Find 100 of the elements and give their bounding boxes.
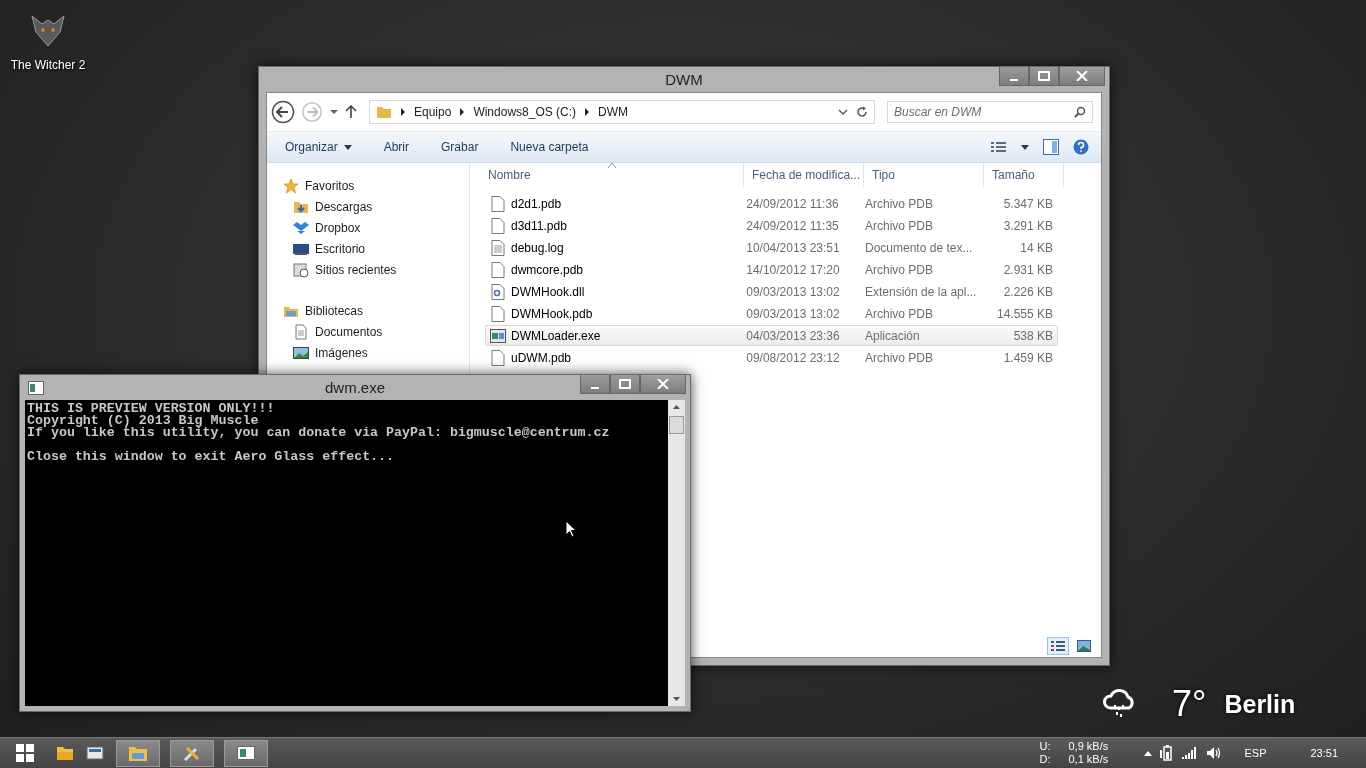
maximize-icon (619, 379, 631, 389)
console-icon (236, 744, 256, 762)
column-header[interactable]: Tipo (864, 163, 984, 187)
sidebar-item[interactable]: Dropbox (267, 217, 469, 238)
minimize-button[interactable] (999, 67, 1029, 86)
column-header[interactable]: Tamaño (984, 163, 1064, 187)
breadcrumb-item[interactable]: Equipo (414, 105, 452, 119)
download-speed: 0,1 kB/s (1068, 753, 1110, 766)
sidebar-item[interactable]: Bibliotecas (267, 300, 469, 321)
show-hidden-icons-icon[interactable] (1144, 750, 1153, 756)
dropdown-arrow-icon[interactable] (329, 109, 339, 115)
details-view-button[interactable] (1047, 637, 1069, 655)
console-text: THIS IS PREVIEW VERSION ONLY!!! (27, 403, 276, 415)
file-row[interactable]: debug.log 10/04/2013 23:51 Documento de tex... 14 KB (485, 237, 1058, 258)
close-button[interactable] (640, 375, 686, 394)
explorer-task-button[interactable] (116, 739, 160, 767)
breadcrumb-item[interactable]: DWM (598, 105, 629, 119)
close-icon (1076, 71, 1088, 81)
scrollbar[interactable] (668, 400, 685, 706)
signal-icon[interactable] (1182, 747, 1199, 759)
input-language[interactable]: ESP (1244, 747, 1267, 759)
file-type: Archivo PDB (864, 196, 935, 211)
file-date: 09/03/2013 13:02 (745, 284, 841, 299)
rain-cloud-icon (1102, 688, 1136, 720)
close-button[interactable] (1059, 67, 1105, 86)
desktop-icon-label[interactable]: The Witcher 2 (10, 58, 86, 72)
column-header[interactable]: Nombre (470, 163, 744, 187)
refresh-icon[interactable] (856, 106, 868, 118)
file-size: 2.226 KB (1002, 284, 1054, 299)
preview-pane-icon[interactable] (1043, 139, 1059, 155)
search-field[interactable]: Buscar en DWM (887, 101, 1093, 123)
file-row[interactable]: uDWM.pdb 09/08/2012 23:12 Archivo PDB 1.459 KB (485, 347, 1058, 368)
dropdown-arrow-icon[interactable] (1021, 144, 1029, 150)
box-icon (293, 219, 309, 236)
window-title: DWM (665, 71, 703, 88)
image-icon (293, 344, 309, 361)
text-file-icon (490, 239, 506, 256)
window-title: dwm.exe (325, 379, 385, 396)
folder-icon[interactable] (56, 745, 74, 761)
clock[interactable]: 23:51 (1310, 747, 1338, 759)
tools-task-button[interactable] (170, 739, 214, 767)
folder-icon (376, 104, 392, 120)
file-row[interactable]: d3d11.pdb 24/09/2012 11:35 Archivo PDB 3.291 KB (485, 215, 1058, 236)
help-icon[interactable] (1073, 139, 1089, 155)
breadcrumb-item[interactable]: Windows8_OS (C:) (473, 105, 577, 119)
sidebar-item[interactable]: Imágenes (267, 342, 469, 363)
file-type: Archivo PDB (864, 306, 935, 321)
sidebar-item[interactable]: Documentos (267, 321, 469, 342)
console-icon (28, 381, 44, 395)
close-icon (657, 379, 669, 389)
drive-icon[interactable] (86, 745, 104, 761)
up-arrow-icon[interactable] (345, 105, 357, 119)
file-type: Archivo PDB (864, 218, 935, 233)
upload-speed: 0,9 kB/s (1068, 740, 1110, 753)
maximize-button[interactable] (610, 375, 640, 394)
settings-file-icon (490, 283, 506, 300)
sidebar-item[interactable]: Favoritos (267, 175, 469, 196)
console-text: Copyright (C) 2013 Big Muscle (27, 415, 260, 427)
sidebar-item[interactable]: Sitios recientes (267, 259, 469, 280)
minimize-button[interactable] (580, 375, 610, 394)
console-task-button[interactable] (224, 739, 268, 767)
file-name: dwmcore.pdb (511, 262, 584, 277)
file-type: Archivo PDB (864, 262, 935, 277)
toolbar-button[interactable]: Nueva carpeta (504, 138, 595, 156)
toolbar-button[interactable]: Grabar (435, 138, 485, 156)
toolbar-button[interactable]: Organizar (279, 138, 358, 156)
file-row[interactable]: DWMHook.dll 09/03/2013 13:02 Extensión de la apl... 2.226 KB (485, 281, 1058, 302)
view-options-icon[interactable] (991, 141, 1007, 153)
sidebar-item[interactable]: Descargas (267, 196, 469, 217)
tools-icon (182, 744, 202, 762)
sidebar-item[interactable]: Escritorio (267, 238, 469, 259)
power-icon[interactable] (1160, 745, 1175, 761)
volume-icon[interactable] (1206, 746, 1223, 760)
column-header[interactable]: Fecha de modifica... (744, 163, 864, 187)
file-name: uDWM.pdb (511, 350, 572, 365)
file-type: Aplicación (864, 328, 921, 343)
file-type: Archivo PDB (864, 350, 935, 365)
upload-label: U: (1039, 740, 1051, 753)
file-row[interactable]: DWMLoader.exe 04/03/2013 23:36 Aplicación 538 KB (485, 325, 1058, 346)
chevron-icon[interactable] (400, 108, 406, 116)
scrollbar-thumb[interactable] (669, 416, 684, 434)
file-icon (490, 217, 506, 234)
file-size: 1.459 KB (1002, 350, 1054, 365)
file-size: 14.555 KB (995, 306, 1054, 321)
file-name: DWMLoader.exe (511, 328, 601, 343)
maximize-button[interactable] (1029, 67, 1059, 86)
file-row[interactable]: dwmcore.pdb 14/10/2012 17:20 Archivo PDB 2.931 KB (485, 259, 1058, 280)
file-icon (490, 349, 506, 366)
chevron-icon[interactable] (584, 108, 591, 116)
back-icon[interactable] (271, 100, 295, 124)
address-bar[interactable]: Equipo Windows8_OS (C:) DWM (369, 100, 875, 124)
folder-icon (128, 744, 148, 762)
file-date: 09/03/2013 13:02 (745, 306, 841, 321)
file-row[interactable]: DWMHook.pdb 09/03/2013 13:02 Archivo PDB 14.555 KB (485, 303, 1058, 324)
file-size: 2.931 KB (1002, 262, 1054, 277)
city-name: Berlin (1224, 689, 1296, 719)
file-name: DWMHook.pdb (511, 306, 593, 321)
toolbar-button[interactable]: Abrir (377, 138, 416, 156)
chevron-icon[interactable] (459, 108, 466, 116)
file-row[interactable]: d2d1.pdb 24/09/2012 11:36 Archivo PDB 5.347 KB (485, 193, 1058, 214)
